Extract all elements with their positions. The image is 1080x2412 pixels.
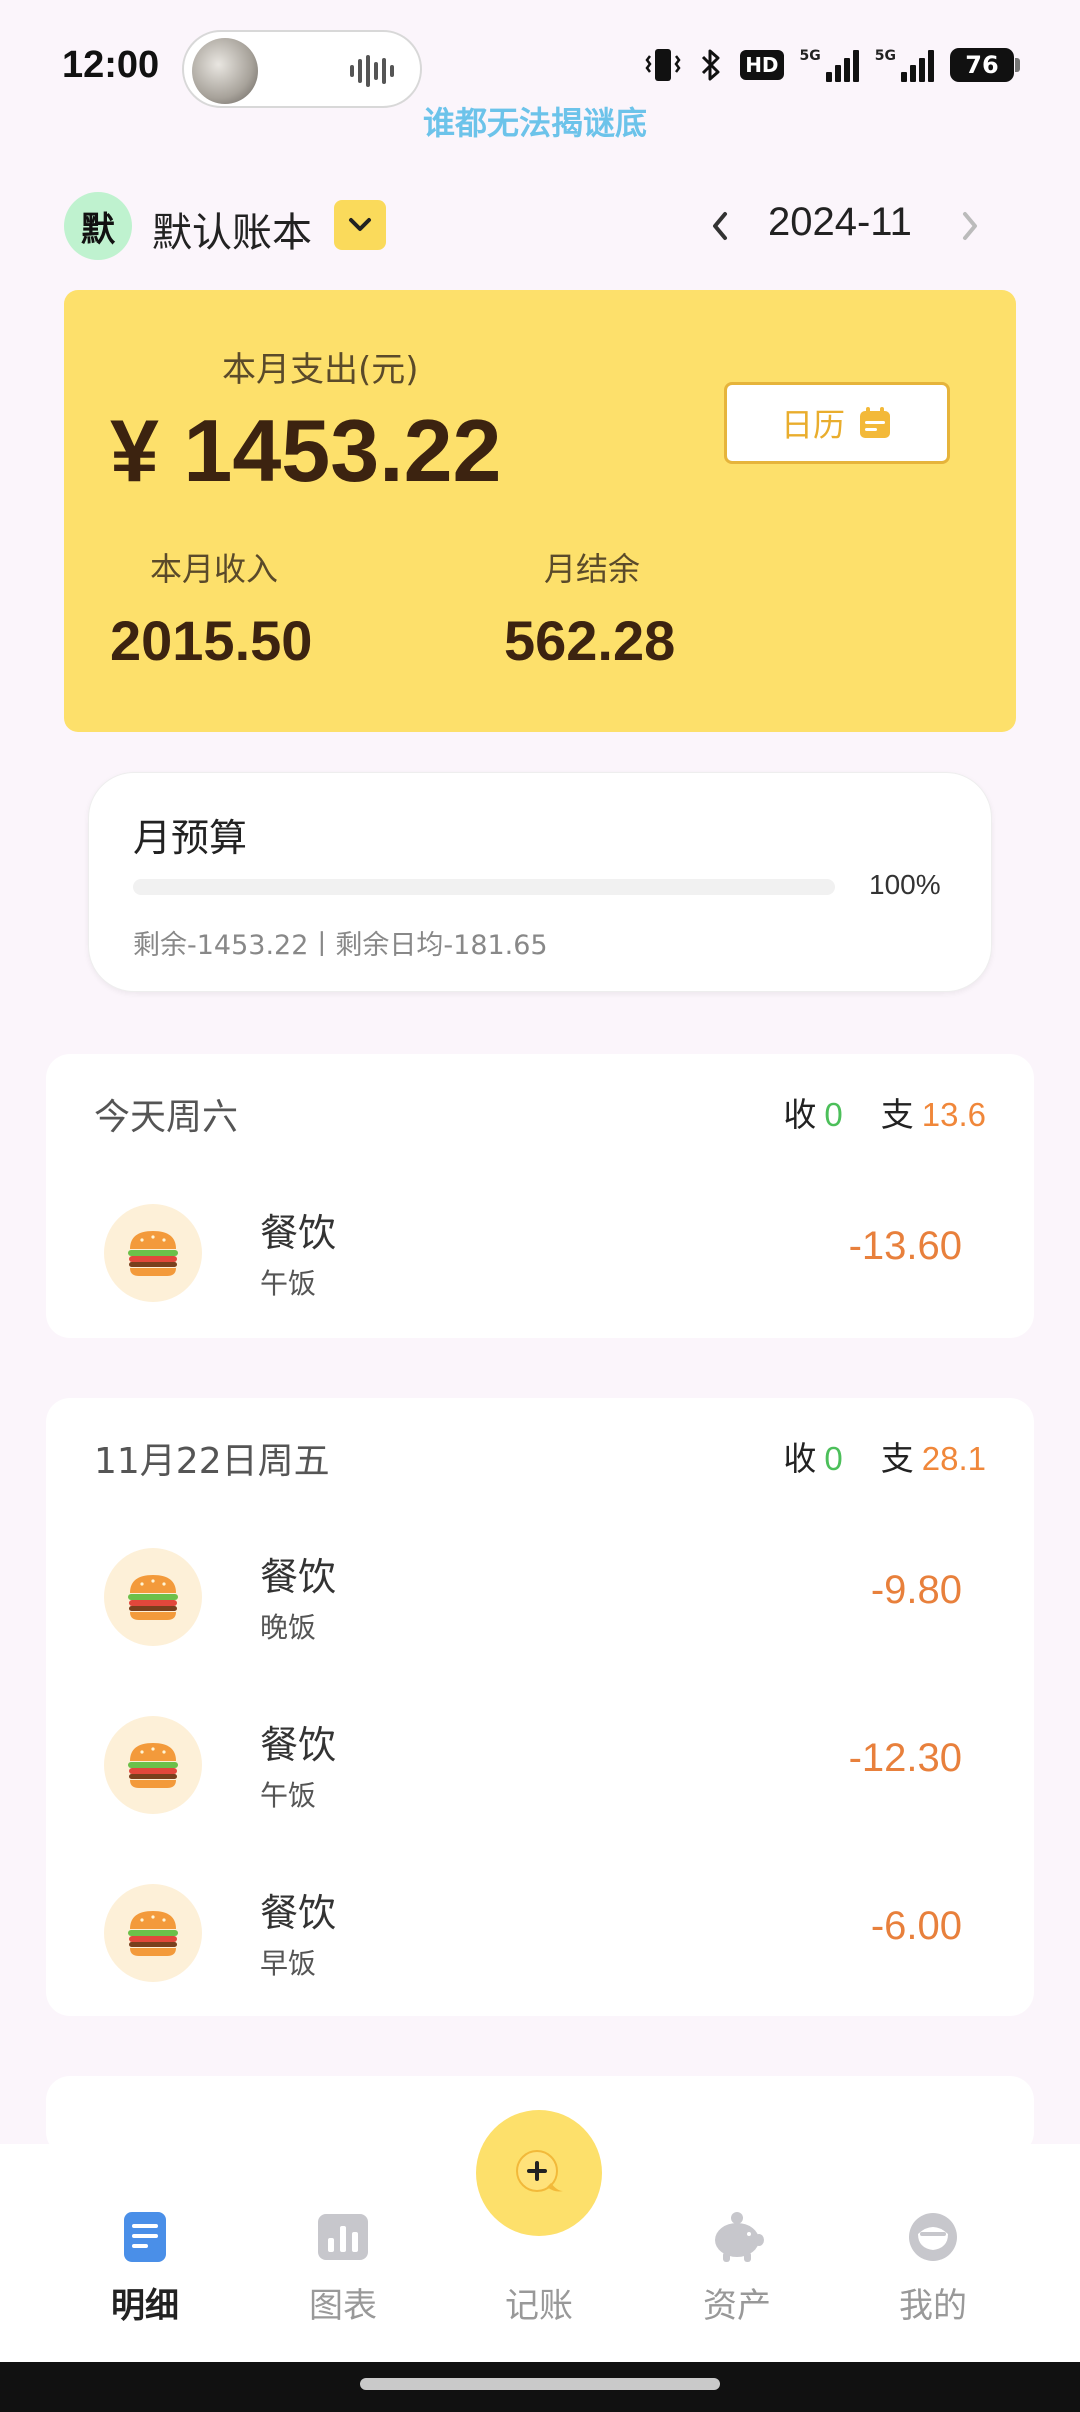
current-month[interactable]: 2024-11 [768,200,912,245]
transaction-row[interactable]: 餐饮 午饭 -13.60 [46,1170,1034,1338]
transaction-note: 晚饭 [260,1611,317,1644]
day-income-label: 收 [783,1439,817,1478]
day-expense-label: 支 [880,1439,914,1478]
monthly-budget-card[interactable]: 月预算 100% 剩余-1453.22丨剩余日均-181.65 [88,772,992,992]
income-label: 本月收入 [150,550,279,588]
budget-percent: 100% [869,869,941,900]
day-expense-value: 28.1 [921,1440,986,1477]
nav-item-profile[interactable]: 我的 [858,2210,1008,2327]
nav-label-profile: 我的 [899,2286,967,2326]
status-icons: HD 5G 5G 76 [644,46,1020,84]
transaction-category: 餐饮 [260,1555,337,1599]
previous-month-button[interactable] [700,204,740,248]
balance-label: 月结余 [544,550,641,588]
audio-wave-icon [350,54,402,88]
day-expense-label: 支 [880,1095,914,1134]
budget-title: 月预算 [133,816,248,860]
transaction-amount: -6.00 [870,1904,962,1948]
list-icon [124,2212,166,2262]
album-art-thumbnail [192,38,258,104]
transaction-row[interactable]: 餐饮 晚饭 -9.80 [46,1514,1034,1682]
budget-progress-bar [133,879,835,895]
chevron-down-icon [349,218,371,231]
transaction-amount: -9.80 [870,1568,962,1612]
day-expense-value: 13.6 [921,1096,986,1133]
nav-item-charts[interactable]: 图表 [268,2210,418,2327]
transaction-amount: -13.60 [848,1224,962,1268]
day-title: 11月22日周五 [94,1441,330,1482]
hamburger-icon [104,1884,202,1982]
chevron-right-icon [963,212,977,240]
transaction-note: 午饭 [260,1267,317,1300]
bluetooth-icon [702,49,720,81]
nav-label-charts: 图表 [309,2286,377,2326]
hamburger-icon [104,1548,202,1646]
day-income-value: 0 [824,1440,843,1477]
expense-amount: ¥ 1453.22 [110,401,502,500]
cell-signal-1-icon: 5G [800,48,859,82]
media-player-pill[interactable] [182,30,422,108]
chevron-left-icon [713,212,727,240]
transaction-note: 早饭 [260,1947,317,1980]
budget-remaining-detail: 剩余-1453.22丨剩余日均-181.65 [133,930,548,961]
expense-label: 本月支出(元) [222,350,419,390]
monthly-summary-card: 本月支出(元) ¥ 1453.22 日历 本月收入 2015.50 月结余 56… [64,290,1016,732]
chart-icon [318,2214,368,2260]
nav-item-record[interactable]: 记账 [464,2210,614,2327]
nav-label-details: 明细 [111,2286,179,2326]
transaction-category: 餐饮 [260,1891,337,1935]
balance-value: 562.28 [504,609,676,672]
add-icon [516,2150,563,2192]
calendar-button[interactable]: 日历 [724,382,950,464]
vibrate-icon [645,49,681,81]
account-book-avatar[interactable]: 默 [64,192,132,260]
transaction-amount: -12.30 [848,1736,962,1780]
day-summary: 收 0 支 13.6 [783,1088,986,1136]
nav-label-record: 记账 [505,2286,573,2326]
lyric-ticker: 谁都无法揭谜底 [422,104,647,142]
status-time: 12:00 [62,44,160,86]
day-summary: 收 0 支 28.1 [783,1432,986,1480]
transaction-row[interactable]: 餐饮 午饭 -12.30 [46,1682,1034,1850]
hd-voice-icon: HD [740,50,784,80]
account-book-dropdown-button[interactable] [334,200,386,250]
hamburger-icon [104,1716,202,1814]
day-title: 今天周六 [94,1097,239,1138]
transaction-note: 午饭 [260,1779,317,1812]
transaction-category: 餐饮 [260,1211,337,1255]
next-month-button[interactable] [950,204,990,248]
day-income-value: 0 [824,1096,843,1133]
calendar-icon [860,407,890,438]
calendar-button-label: 日历 [780,406,845,444]
home-gesture-bar[interactable] [360,2378,720,2390]
nav-item-assets[interactable]: 资产 [662,2210,812,2327]
nav-label-assets: 资产 [703,2286,771,2326]
transaction-category: 餐饮 [260,1723,337,1767]
day-income-label: 收 [783,1095,817,1134]
nav-item-details[interactable]: 明细 [70,2210,220,2327]
piggy-bank-icon [715,2212,764,2262]
cell-signal-2-icon: 5G [875,48,934,82]
account-book-name[interactable]: 默认账本 [152,200,312,258]
day-group: 11月22日周五 收 0 支 28.1 餐饮 晚饭 -9.80 餐饮 午饭 -1… [46,1398,1034,2016]
income-value: 2015.50 [110,609,313,672]
profile-icon [909,2213,957,2261]
transaction-row[interactable]: 餐饮 早饭 -6.00 [46,1850,1034,2018]
day-group: 今天周六 收 0 支 13.6 餐饮 午饭 -13.60 [46,1054,1034,1338]
battery-icon: 76 [950,48,1020,82]
hamburger-icon [104,1204,202,1302]
